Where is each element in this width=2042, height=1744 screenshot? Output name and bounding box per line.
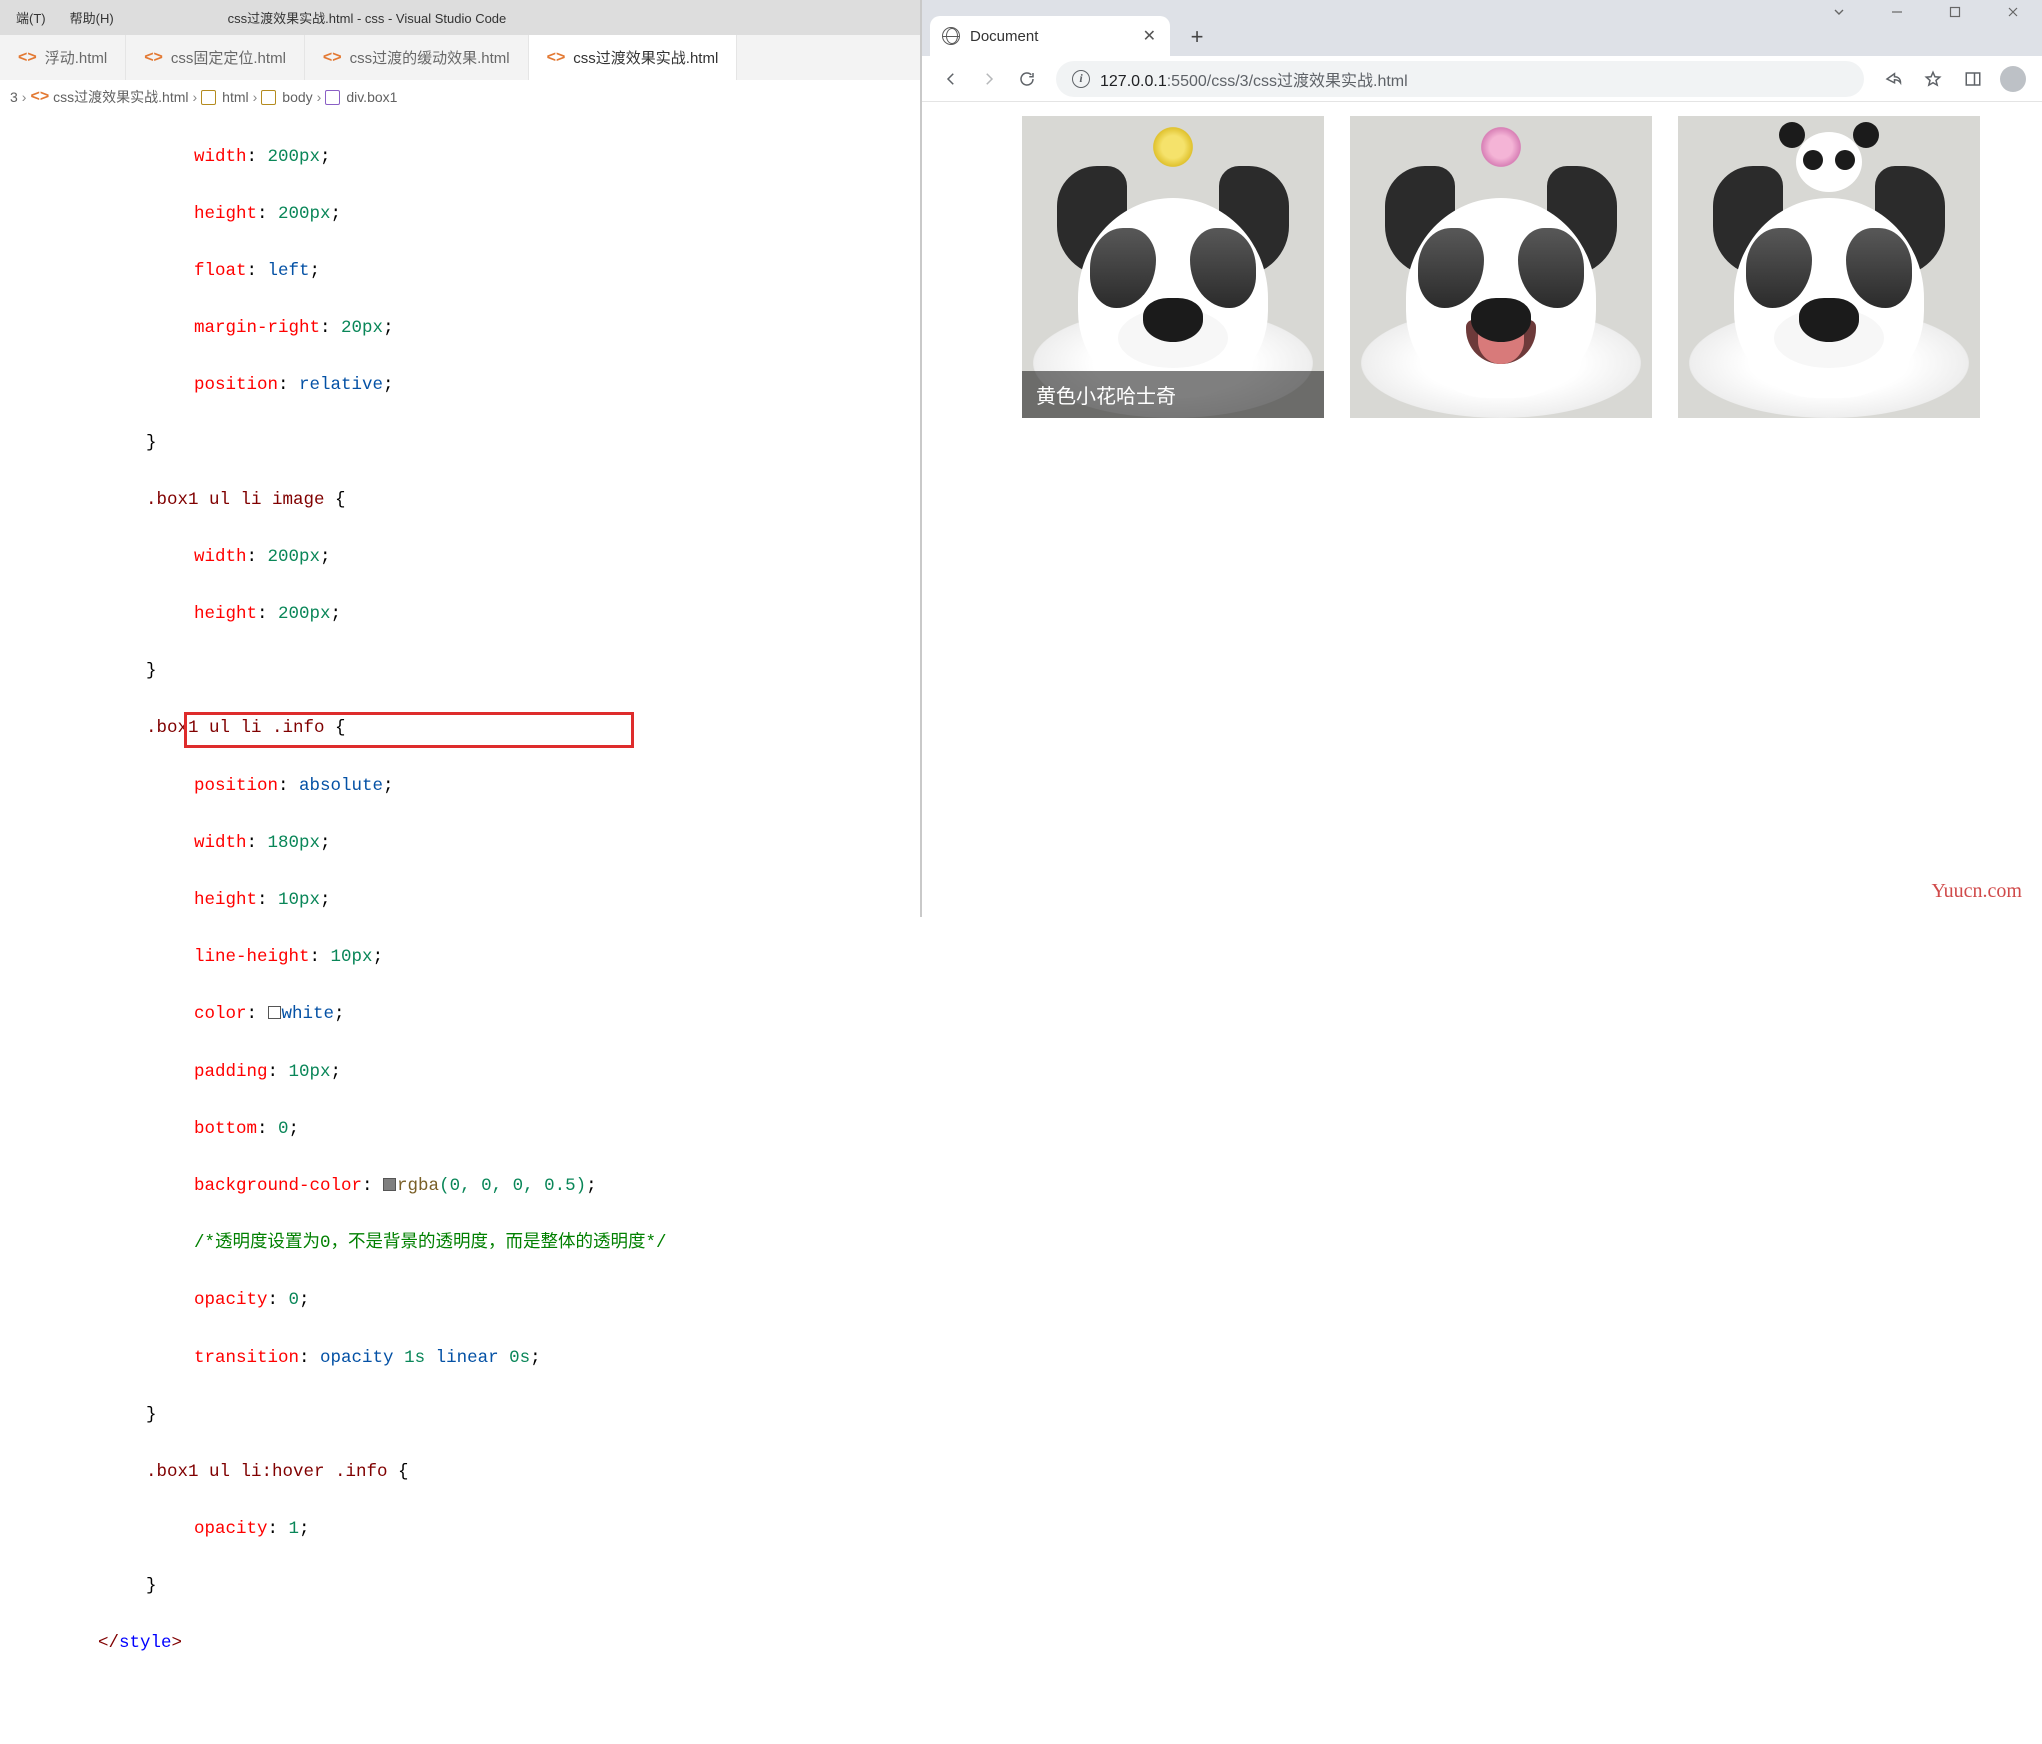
chrome-window: Document ✕ + i 127.0.0.1:5500/css/3/css过…	[920, 0, 2042, 917]
crumb[interactable]: html	[222, 89, 248, 105]
image-caption: 黄色小花哈士奇	[1022, 371, 1324, 418]
breadcrumb[interactable]: 3› <>css过渡效果实战.html› html› body› div.box…	[0, 80, 920, 114]
color-swatch	[383, 1178, 396, 1191]
tab-label: css过渡的缓动效果.html	[350, 47, 510, 68]
crumb[interactable]: 3	[10, 89, 18, 105]
panel-icon[interactable]	[1956, 62, 1990, 96]
gutter	[0, 114, 44, 1744]
window-controls	[1810, 0, 2042, 24]
globe-icon	[942, 27, 960, 45]
code-editor[interactable]: width: 200px; height: 200px; float: left…	[0, 114, 920, 1744]
html-icon: <>	[323, 49, 342, 67]
symbol-icon	[261, 90, 276, 105]
husky-illustration	[1381, 148, 1621, 418]
tab-easing[interactable]: <> css过渡的缓动效果.html	[305, 35, 529, 80]
gallery-card-3[interactable]	[1678, 116, 1980, 418]
html-icon: <>	[144, 49, 163, 67]
vscode-titlebar: 端(T) 帮助(H) css过渡效果实战.html - css - Visual…	[0, 0, 920, 35]
html-icon: <>	[30, 88, 49, 106]
chrome-toolbar: i 127.0.0.1:5500/css/3/css过渡效果实战.html	[922, 56, 2042, 102]
star-icon[interactable]	[1916, 62, 1950, 96]
symbol-icon	[325, 90, 340, 105]
address-bar[interactable]: i 127.0.0.1:5500/css/3/css过渡效果实战.html	[1056, 61, 1864, 97]
maximize-button[interactable]	[1926, 0, 1984, 24]
husky-illustration	[1709, 148, 1949, 418]
tab-label: 浮动.html	[45, 47, 108, 68]
new-tab-button[interactable]: +	[1180, 20, 1214, 54]
forward-button[interactable]	[972, 62, 1006, 96]
vscode-tabbar: <> 浮动.html <> css固定定位.html <> css过渡的缓动效果.ht…	[0, 35, 920, 80]
image-gallery: 黄色小花哈士奇	[1022, 116, 2042, 418]
site-info-icon[interactable]: i	[1072, 70, 1090, 88]
crumb[interactable]: body	[282, 89, 312, 105]
minimize-button[interactable]	[1868, 0, 1926, 24]
tab-float[interactable]: <> 浮动.html	[0, 35, 126, 80]
tab-label: css固定定位.html	[171, 47, 286, 68]
tab-fixed[interactable]: <> css固定定位.html	[126, 35, 305, 80]
menu-terminal[interactable]: 端(T)	[6, 8, 56, 27]
tab-transition[interactable]: <> css过渡效果实战.html	[529, 35, 738, 80]
tab-title: Document	[970, 28, 1038, 45]
vscode-window-title: css过渡效果实战.html - css - Visual Studio Cod…	[228, 8, 507, 27]
dropdown-icon[interactable]	[1810, 0, 1868, 24]
watermark-text: Yuucn.com	[1931, 880, 2022, 903]
back-button[interactable]	[934, 62, 968, 96]
profile-avatar[interactable]	[1996, 62, 2030, 96]
gallery-card-2[interactable]	[1350, 116, 1652, 418]
vscode-window: 端(T) 帮助(H) css过渡效果实战.html - css - Visual…	[0, 0, 920, 917]
close-button[interactable]	[1984, 0, 2042, 24]
tab-label: css过渡效果实战.html	[573, 47, 718, 68]
crumb[interactable]: div.box1	[346, 89, 397, 105]
reload-button[interactable]	[1010, 62, 1044, 96]
code-body[interactable]: width: 200px; height: 200px; float: left…	[44, 114, 667, 1744]
url-text: 127.0.0.1:5500/css/3/css过渡效果实战.html	[1100, 67, 1408, 91]
html-icon: <>	[18, 49, 37, 67]
page-viewport: 黄色小花哈士奇 Yuucn.com	[922, 102, 2042, 917]
html-icon: <>	[547, 49, 566, 67]
symbol-icon	[201, 90, 216, 105]
browser-tab[interactable]: Document ✕	[930, 16, 1170, 56]
menu-help[interactable]: 帮助(H)	[60, 8, 124, 27]
crumb[interactable]: css过渡效果实战.html	[53, 87, 188, 107]
share-icon[interactable]	[1876, 62, 1910, 96]
gallery-card-1[interactable]: 黄色小花哈士奇	[1022, 116, 1324, 418]
close-icon[interactable]: ✕	[1143, 26, 1156, 46]
color-swatch	[268, 1006, 281, 1019]
